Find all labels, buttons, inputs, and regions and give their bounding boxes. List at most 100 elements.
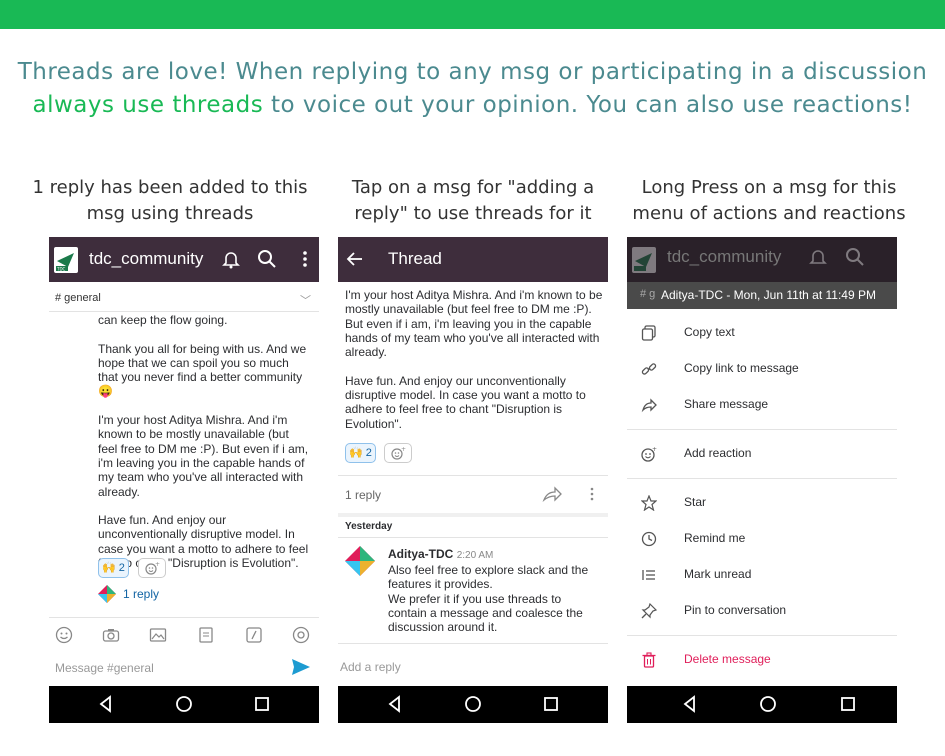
svg-text:TDC: TDC bbox=[56, 267, 66, 272]
recents-icon[interactable] bbox=[838, 694, 858, 714]
link-icon bbox=[641, 361, 657, 377]
menu-copy-link[interactable]: Copy link to message bbox=[627, 351, 897, 387]
menu-label: Mark unread bbox=[684, 567, 752, 581]
raised-hands-emoji: 🙌 bbox=[349, 447, 363, 459]
trash-icon bbox=[641, 652, 657, 668]
menu-star[interactable]: Star bbox=[627, 485, 897, 521]
menu-pin[interactable]: Pin to conversation bbox=[627, 593, 897, 629]
replier-avatar bbox=[98, 585, 116, 603]
reply-time: 2:20 AM bbox=[456, 550, 494, 561]
menu-share-message[interactable]: Share message bbox=[627, 387, 897, 423]
reaction-chip[interactable]: 🙌 2 bbox=[98, 558, 129, 578]
search-icon bbox=[845, 247, 865, 267]
share-icon bbox=[641, 397, 657, 413]
back-arrow-icon[interactable] bbox=[345, 249, 365, 269]
workspace-logo bbox=[632, 247, 656, 273]
menu-label: Star bbox=[684, 495, 707, 509]
day-divider: Yesterday bbox=[345, 521, 393, 532]
reply-header: Aditya-TDC 2:20 AM bbox=[388, 547, 493, 561]
menu-label: Copy text bbox=[684, 325, 735, 339]
headline: Threads are love! When replying to any m… bbox=[0, 56, 945, 122]
menu-label: Copy link to message bbox=[684, 361, 799, 375]
divider bbox=[627, 635, 897, 636]
channel-header[interactable]: # general ﹀ bbox=[49, 292, 319, 312]
home-icon[interactable] bbox=[758, 694, 778, 714]
pin-icon bbox=[641, 602, 658, 619]
chevron-down-icon[interactable]: ﹀ bbox=[300, 292, 311, 308]
divider bbox=[49, 617, 319, 618]
message-meta: Aditya-TDC - Mon, Jun 11th at 11:49 PM bbox=[661, 288, 876, 302]
headline-line2-rest: to voice out your opinion. You can also … bbox=[263, 92, 913, 118]
mark-unread-icon bbox=[641, 567, 657, 583]
back-icon[interactable] bbox=[96, 694, 116, 714]
menu-copy-text[interactable]: Copy text bbox=[627, 315, 897, 351]
menu-label: Pin to conversation bbox=[684, 603, 787, 617]
reply-author-avatar[interactable] bbox=[345, 546, 375, 576]
headline-line2: always use threads to voice out your opi… bbox=[0, 89, 945, 122]
parent-message-body[interactable]: I'm your host Aditya Mishra. And i'm kno… bbox=[345, 288, 605, 431]
back-icon[interactable] bbox=[680, 694, 700, 714]
mention-icon[interactable] bbox=[292, 626, 310, 644]
android-nav-bar bbox=[49, 686, 319, 723]
home-icon[interactable] bbox=[463, 694, 483, 714]
message-body[interactable]: can keep the flow going. Thank you all f… bbox=[98, 313, 310, 570]
divider bbox=[338, 513, 608, 517]
replies-link[interactable]: 1 reply bbox=[123, 587, 159, 601]
copy-icon bbox=[641, 325, 657, 341]
add-reaction-icon: + bbox=[641, 446, 657, 462]
android-nav-bar bbox=[627, 686, 897, 723]
overflow-menu-icon[interactable] bbox=[295, 249, 315, 269]
back-icon[interactable] bbox=[385, 694, 405, 714]
headline-highlight: always use threads bbox=[32, 92, 264, 118]
menu-label: Add reaction bbox=[684, 446, 752, 460]
add-reaction-button[interactable]: + bbox=[138, 558, 166, 578]
camera-icon[interactable] bbox=[102, 626, 120, 644]
menu-mark-unread[interactable]: Mark unread bbox=[627, 557, 897, 593]
phone-message-actions: tdc_community # g Aditya-TDC - Mon, Jun … bbox=[627, 237, 897, 723]
slash-command-icon[interactable] bbox=[245, 626, 263, 644]
add-reaction-button[interactable]: + bbox=[384, 443, 412, 463]
more-icon[interactable] bbox=[588, 486, 596, 502]
message-input[interactable]: Message #general bbox=[55, 661, 154, 675]
reply-input[interactable]: Add a reply bbox=[340, 660, 401, 674]
gallery-icon[interactable] bbox=[149, 626, 167, 644]
svg-text:+: + bbox=[155, 561, 160, 568]
menu-remind-me[interactable]: Remind me bbox=[627, 521, 897, 557]
workspace-title[interactable]: tdc_community bbox=[89, 249, 203, 269]
android-nav-bar bbox=[338, 686, 608, 723]
app-bar: Thread bbox=[338, 237, 608, 282]
divider bbox=[627, 478, 897, 479]
caption-1: 1 reply has been added to this msg using… bbox=[32, 177, 308, 224]
menu-label: Remind me bbox=[684, 531, 746, 545]
reaction-count: 2 bbox=[365, 447, 372, 459]
divider bbox=[338, 537, 608, 538]
home-icon[interactable] bbox=[174, 694, 194, 714]
reply-body[interactable]: Also feel free to explore slack and the … bbox=[388, 563, 603, 634]
recents-icon[interactable] bbox=[252, 694, 272, 714]
svg-text:+: + bbox=[652, 446, 657, 453]
thread-title: Thread bbox=[388, 249, 442, 268]
svg-text:+: + bbox=[401, 446, 406, 453]
channel-name: # general bbox=[55, 292, 101, 304]
send-icon[interactable] bbox=[291, 658, 311, 676]
clock-icon bbox=[641, 531, 657, 547]
recents-icon[interactable] bbox=[541, 694, 561, 714]
emoji-icon[interactable] bbox=[55, 626, 73, 644]
reply-count: 1 reply bbox=[345, 488, 382, 502]
app-bar: TDC tdc_community bbox=[49, 237, 319, 282]
workspace-logo[interactable]: TDC bbox=[54, 247, 78, 273]
search-icon[interactable] bbox=[257, 249, 277, 269]
menu-label: Delete message bbox=[684, 652, 771, 666]
reaction-chip[interactable]: 🙌 2 bbox=[345, 443, 376, 463]
phone-thread-view: Thread I'm your host Aditya Mishra. And … bbox=[338, 237, 608, 723]
divider bbox=[338, 475, 608, 476]
app-bar: tdc_community bbox=[627, 237, 897, 282]
menu-add-reaction[interactable]: + Add reaction bbox=[627, 436, 897, 472]
file-icon[interactable] bbox=[197, 626, 215, 644]
share-icon[interactable] bbox=[542, 486, 562, 502]
menu-delete-message[interactable]: Delete message bbox=[627, 642, 897, 678]
caption-2: Tap on a msg for "adding a reply" to use… bbox=[351, 177, 595, 224]
reply-author[interactable]: Aditya-TDC bbox=[388, 547, 453, 561]
divider bbox=[338, 643, 608, 644]
notification-bell-icon[interactable] bbox=[221, 249, 241, 269]
